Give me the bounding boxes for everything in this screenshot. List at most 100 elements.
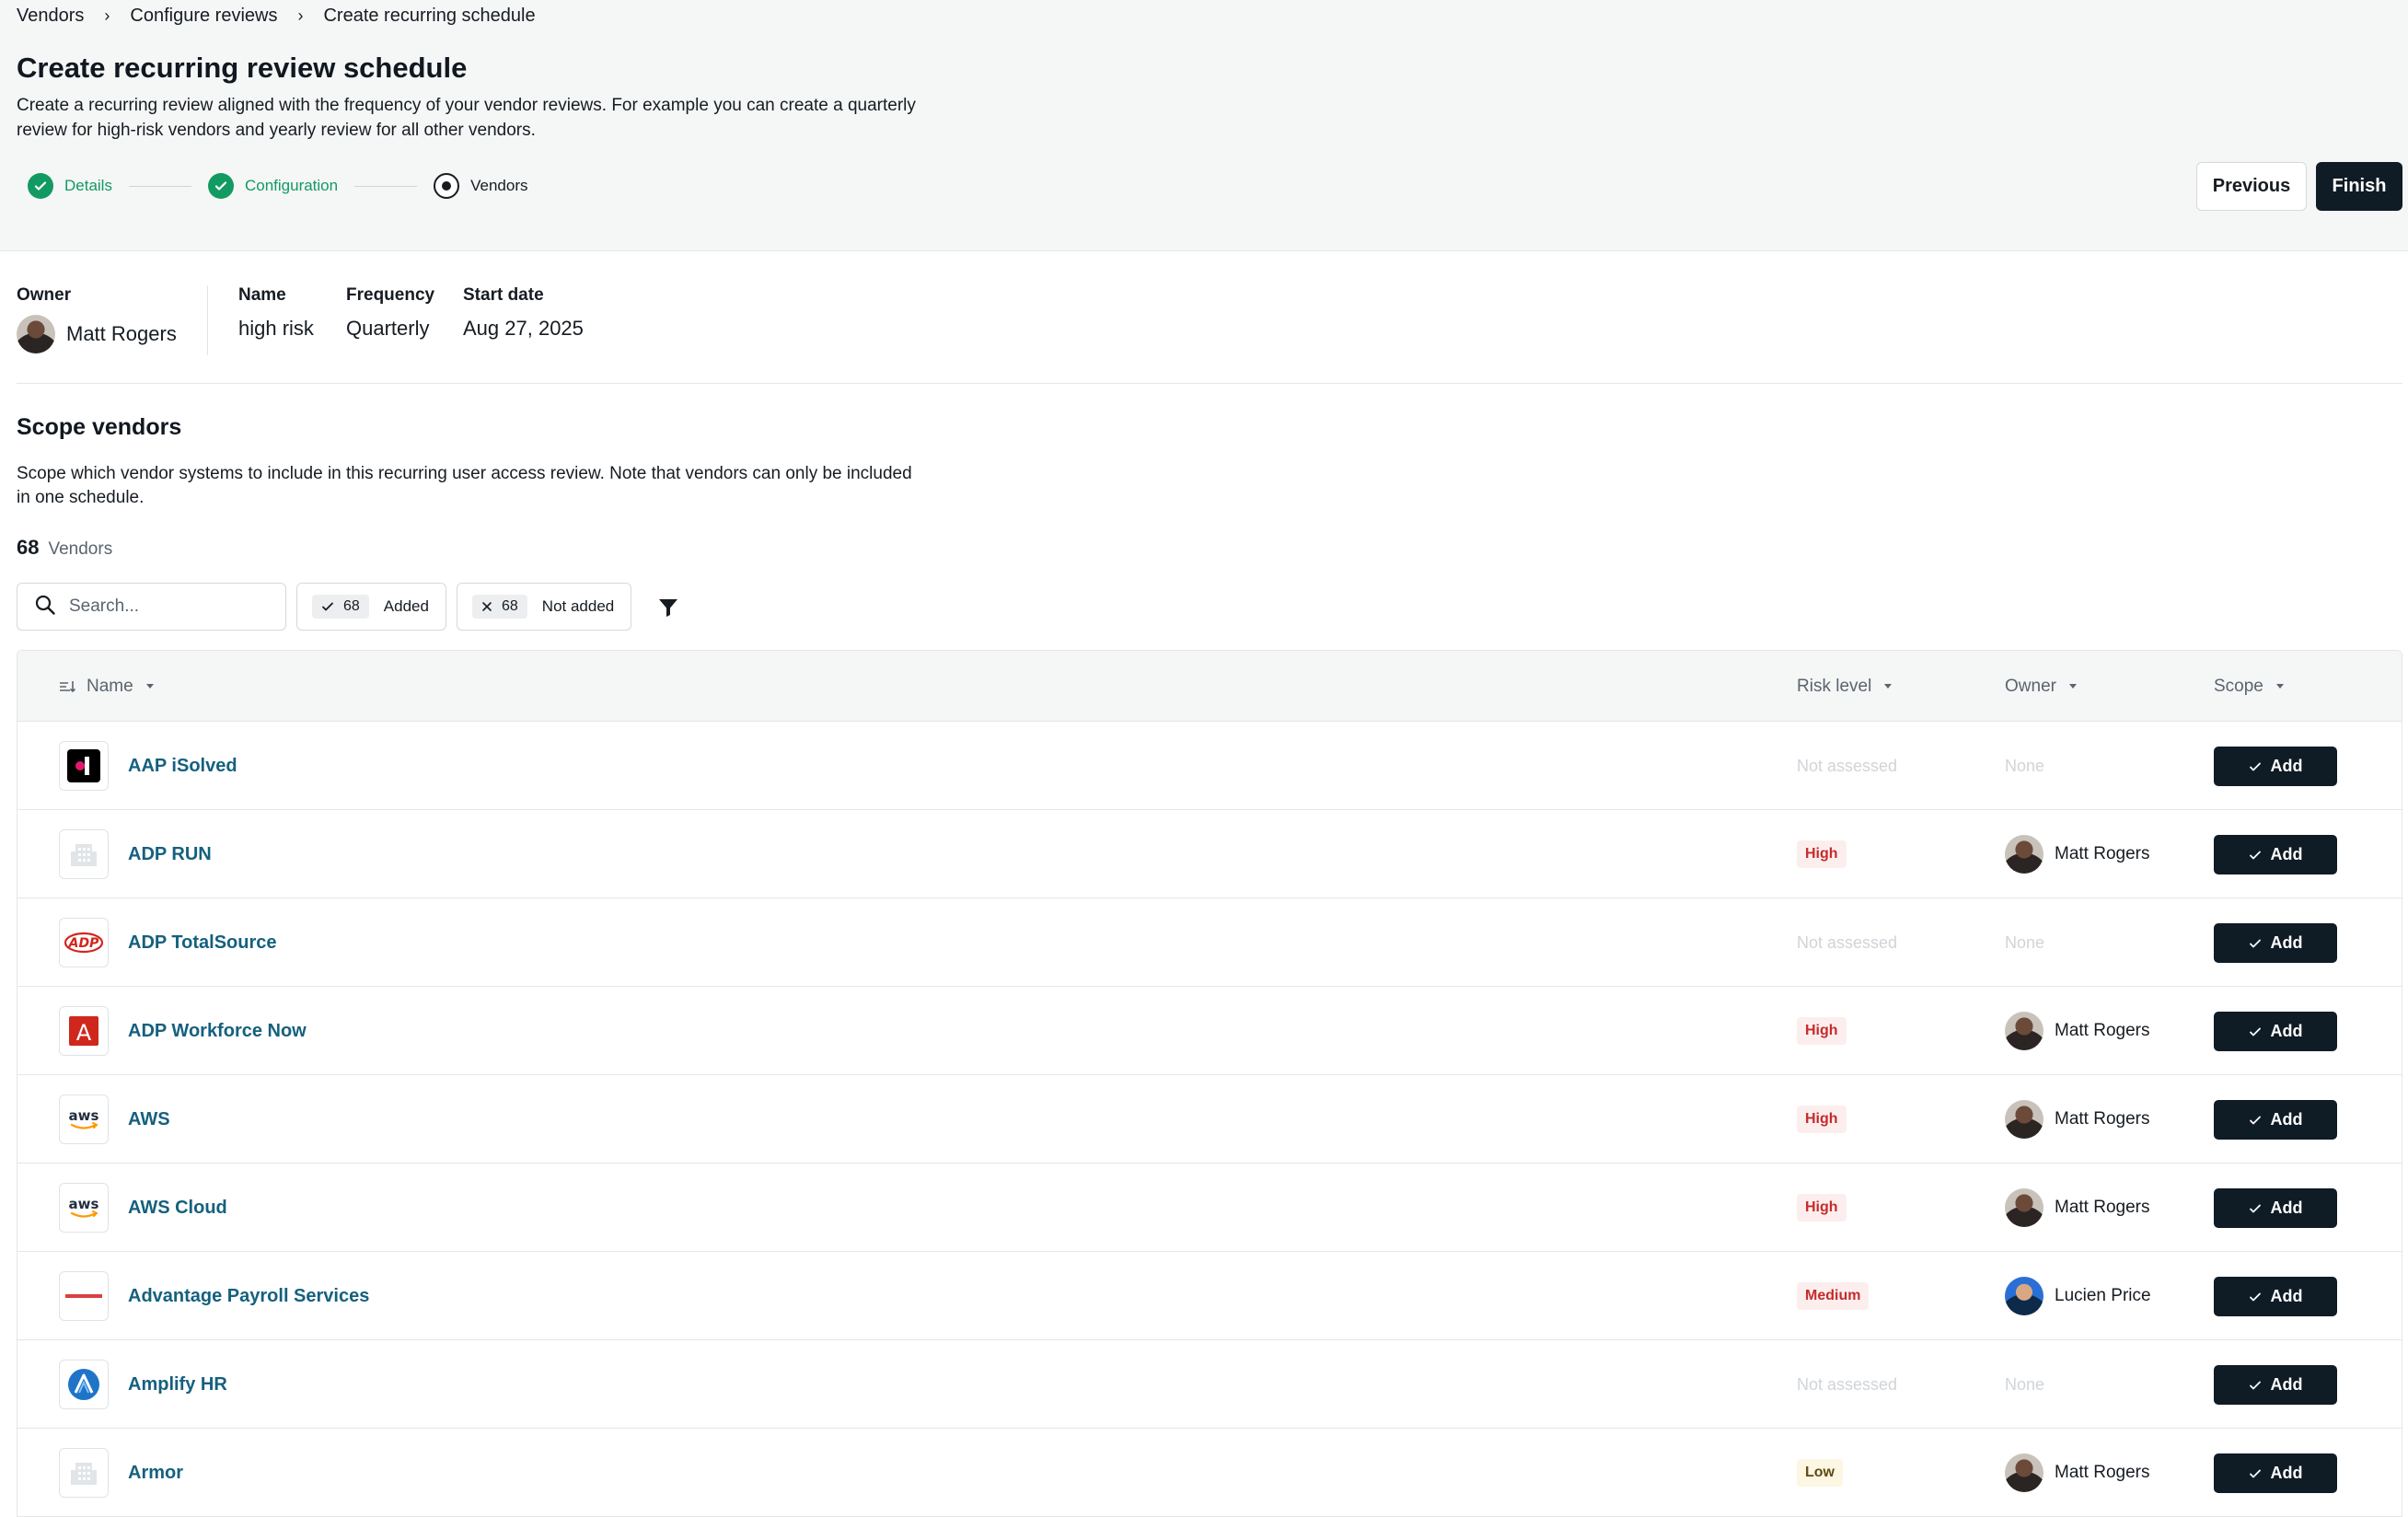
risk-cell: High [1797,810,1847,898]
step-connector [128,185,191,187]
vendor-name-link[interactable]: ADP Workforce Now [128,987,307,1075]
table-row: aws AWS Cloud High Matt Rogers Add [17,1164,2402,1252]
filter-not-added-chip[interactable]: 68 Not added [457,583,632,631]
schedule-summary: Owner Matt Rogers Name high risk Frequen… [0,285,2408,385]
add-button[interactable]: Add [2214,1100,2337,1140]
page-description: Create a recurring review aligned with t… [17,96,916,140]
sort-icon [60,680,76,692]
column-scope[interactable]: Scope [2214,651,2284,722]
not-added-count-pill: 68 [472,595,527,619]
avatar [2005,1277,2043,1315]
svg-text:A: A [76,1020,92,1046]
check-icon [2249,1381,2261,1389]
owner-none: None [2005,756,2045,775]
previous-button[interactable]: Previous [2196,162,2307,211]
search-icon [34,594,56,620]
owner-none: None [2005,1374,2045,1394]
filter-icon[interactable] [654,593,683,622]
check-circle-icon [28,173,53,199]
avatar [2005,835,2043,874]
vendor-name-link[interactable]: ADP TotalSource [128,898,277,987]
add-button-label: Add [2270,933,2303,952]
check-icon [322,602,333,611]
step-label: Vendors [470,177,528,194]
vendor-name-link[interactable]: Amplify HR [128,1340,227,1429]
check-icon [2249,1116,2261,1124]
page-title: Create recurring review schedule [17,52,468,84]
check-icon [2249,851,2261,859]
divider [17,383,2402,384]
risk-cell: High [1797,987,1847,1075]
column-risk-label: Risk level [1797,676,1872,696]
caret-down-icon [145,684,154,689]
vendor-name-link[interactable]: AWS Cloud [128,1164,227,1252]
building-icon [59,829,109,879]
filter-added-chip[interactable]: 68 Added [296,583,446,631]
breadcrumb-configure-reviews[interactable]: Configure reviews [130,6,277,27]
column-owner-label: Owner [2005,676,2056,696]
check-icon [2249,939,2261,947]
column-risk-level[interactable]: Risk level [1797,651,1893,722]
table-row: Advantage Payroll Services Medium Lucien P… [17,1252,2402,1340]
start-date-value: Aug 27, 2025 [463,317,584,340]
add-button[interactable]: Add [2214,835,2337,874]
table-row: AAP iSolved Not assessed None Add [17,722,2402,810]
isolved-logo [59,741,109,791]
column-owner[interactable]: Owner [2005,651,2077,722]
vendors-table: Name Risk level Owner Scope AAP iSolved N… [17,650,2402,1517]
breadcrumb: Vendors › Configure reviews › Create rec… [17,6,536,27]
risk-cell: Not assessed [1797,722,1897,810]
add-button-label: Add [2270,845,2303,863]
risk-cell: Medium [1797,1252,1870,1340]
add-button[interactable]: Add [2214,1277,2337,1316]
risk-text: Not assessed [1797,756,1898,775]
name-label: Name [238,285,286,305]
owner-cell: Lucien Price [2005,1252,2151,1340]
summary-frequency: Frequency Quarterly [346,285,434,341]
risk-text: Not assessed [1797,1374,1898,1394]
table-row: Amplify HR Not assessed None Add [17,1340,2402,1429]
vendor-name-link[interactable]: AAP iSolved [128,722,237,810]
schedule-name: high risk [238,317,314,340]
vendor-name-link[interactable]: ADP RUN [128,810,212,898]
frequency-label: Frequency [346,285,435,305]
search-input[interactable] [69,596,272,617]
add-button[interactable]: Add [2214,1453,2337,1493]
owner-name: Matt Rogers [66,322,177,345]
search-box [17,583,286,631]
add-button[interactable]: Add [2214,1012,2337,1051]
stepper: Details Configuration Vendors [28,173,527,199]
add-button[interactable]: Add [2214,1188,2337,1228]
owner-cell: Matt Rogers [2005,987,2149,1075]
owner-name: Matt Rogers [2055,1109,2150,1129]
column-name[interactable]: Name [59,651,154,722]
add-button-label: Add [2270,1199,2303,1217]
check-icon [2249,1204,2261,1212]
table-row: A ADP Workforce Now High Matt Rogers Add [17,987,2402,1075]
add-button-label: Add [2270,1110,2303,1129]
vendor-name-link[interactable]: AWS [128,1075,170,1164]
add-button[interactable]: Add [2214,1365,2337,1405]
owner-label: Owner [17,285,72,305]
step-details[interactable]: Details [28,173,112,199]
step-configuration[interactable]: Configuration [207,173,338,199]
step-label: Details [64,177,112,194]
finish-button[interactable]: Finish [2316,162,2402,211]
owner-name: Matt Rogers [2055,1198,2150,1217]
table-row: aws AWS High Matt Rogers Add [17,1075,2402,1164]
add-button[interactable]: Add [2214,923,2337,963]
table-header: Name Risk level Owner Scope [17,651,2402,722]
owner-cell: Matt Rogers [2005,810,2149,898]
owner-name: Lucien Price [2055,1286,2151,1305]
add-button[interactable]: Add [2214,747,2337,786]
step-connector [354,185,418,187]
risk-cell: Not assessed [1797,898,1897,987]
add-button-label: Add [2270,1464,2303,1482]
svg-text:ADP: ADP [68,936,99,951]
owner-cell: Matt Rogers [2005,1429,2149,1517]
breadcrumb-vendors[interactable]: Vendors [17,6,84,27]
vendor-name-link[interactable]: Armor [128,1429,183,1517]
advantage-logo [59,1271,109,1321]
vendor-name-link[interactable]: Advantage Payroll Services [128,1252,369,1340]
check-icon [2249,1292,2261,1301]
